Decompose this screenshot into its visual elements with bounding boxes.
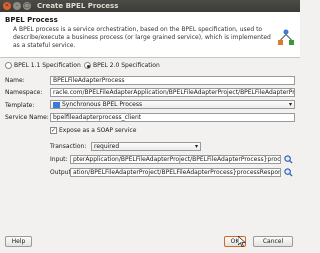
mouse-pointer-icon [238,236,246,247]
namespace-field[interactable]: racle.com/BPELFileAdapterApplication/BPE… [50,88,295,97]
name-label: Name: [5,77,25,84]
transaction-value: required [94,143,120,150]
service-name-field[interactable]: bpelfileadapterprocess_client [50,113,295,122]
output-field[interactable]: ation/BPELFileAdapterProject/BPELFileAda… [70,168,281,177]
window-maximize-button[interactable]: □ [23,2,31,10]
help-button[interactable]: Help [5,236,32,247]
template-value: Synchronous BPEL Process [62,101,143,108]
create-bpel-process-dialog: × – □ Create BPEL Process BPEL Process A… [0,0,300,253]
name-field[interactable]: BPELFileAdapterProcess [50,76,295,85]
search-icon[interactable] [284,155,293,164]
transaction-label: Transaction: [50,143,87,150]
bpel-11-radio[interactable] [5,62,12,69]
dialog-header: BPEL Process A BPEL process is a service… [0,12,300,58]
template-label: Template: [5,102,35,109]
expose-soap-checkbox[interactable]: ✓ [50,127,57,134]
header-title: BPEL Process [5,16,58,24]
input-field[interactable]: pterApplication/BPELFileAdapterProject/B… [70,155,281,164]
window-minimize-button[interactable]: – [13,2,21,10]
window-title: Create BPEL Process [37,2,119,10]
window-titlebar[interactable]: × – □ Create BPEL Process [0,0,300,12]
namespace-label: Namespace: [5,89,43,96]
bpel-20-label: BPEL 2.0 Specification [93,62,160,69]
transaction-select[interactable]: required ▾ [91,142,201,151]
window-close-button[interactable]: × [3,2,11,10]
chevron-down-icon: ▾ [194,143,198,150]
template-process-icon [53,101,60,108]
bpel-process-icon [278,29,294,45]
cancel-button[interactable]: Cancel [253,236,293,247]
input-label: Input: [50,156,68,163]
chevron-down-icon: ▾ [288,101,292,108]
template-select[interactable]: Synchronous BPEL Process ▾ [50,100,295,109]
bpel-11-label: BPEL 1.1 Specification [14,62,81,69]
bpel-20-radio[interactable] [84,62,91,69]
header-description: A BPEL process is a service orchestratio… [13,26,271,49]
expose-soap-label: Expose as a SOAP service [59,127,137,134]
service-name-label: Service Name: [5,114,49,121]
search-icon[interactable] [284,168,293,177]
